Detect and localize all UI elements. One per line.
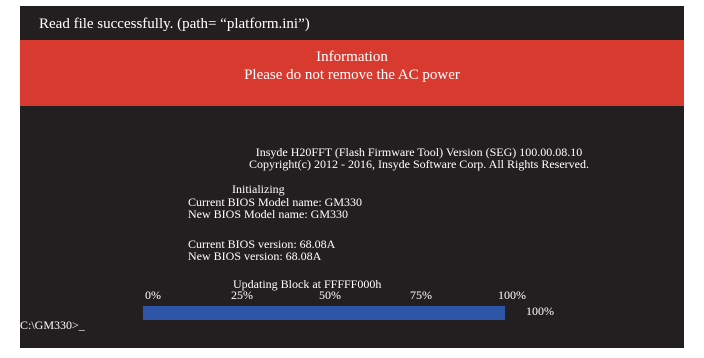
copyright-line: Copyright(c) 2012 - 2016, Insyde Softwar…	[249, 157, 589, 171]
progress-scale-100: 100%	[498, 288, 526, 302]
information-title: Information	[316, 49, 388, 65]
status-message: Read file successfully. (path= “platform…	[39, 16, 310, 32]
flash-progress-fill	[143, 306, 505, 320]
initializing-status: Initializing	[232, 182, 285, 196]
progress-percent: 100%	[526, 304, 554, 318]
warning-message: Please do not remove the AC power	[244, 67, 460, 83]
updating-block-label: Updating Block at FFFFF000h	[233, 277, 382, 291]
progress-scale-75: 75%	[410, 288, 432, 302]
new-bios-model: New BIOS Model name: GM330	[188, 207, 348, 221]
flash-progress-bar	[143, 306, 505, 320]
terminal-screen: Read file successfully. (path= “platform…	[20, 6, 684, 348]
new-bios-version: New BIOS version: 68.08A	[188, 249, 322, 263]
information-banner: Information Please do not remove the AC …	[20, 40, 684, 106]
progress-scale-0: 0%	[145, 288, 161, 302]
progress-scale-50: 50%	[319, 288, 341, 302]
progress-scale-25: 25%	[231, 288, 253, 302]
command-prompt: C:\GM330>_	[20, 318, 85, 332]
